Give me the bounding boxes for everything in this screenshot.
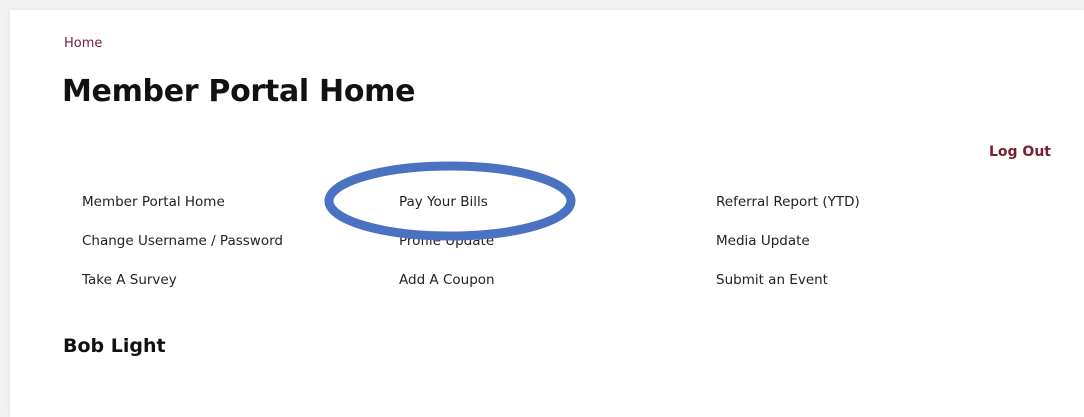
nav-link-add-a-coupon[interactable]: Add A Coupon — [399, 272, 495, 288]
nav-link-profile-update[interactable]: Profile Update — [399, 233, 494, 249]
nav-link-member-portal-home[interactable]: Member Portal Home — [82, 194, 225, 210]
page-title: Member Portal Home — [62, 74, 416, 109]
nav-link-submit-an-event[interactable]: Submit an Event — [716, 272, 828, 288]
nav-link-take-a-survey[interactable]: Take A Survey — [82, 272, 177, 288]
nav-link-referral-report[interactable]: Referral Report (YTD) — [716, 194, 860, 210]
page-container: Home Member Portal Home Log Out Member P… — [10, 10, 1084, 417]
nav-link-change-username-password[interactable]: Change Username / Password — [82, 233, 283, 249]
logout-link[interactable]: Log Out — [989, 144, 1051, 160]
nav-link-media-update[interactable]: Media Update — [716, 233, 810, 249]
nav-link-pay-your-bills[interactable]: Pay Your Bills — [399, 194, 488, 210]
breadcrumb-home-link[interactable]: Home — [64, 36, 102, 51]
member-name-heading: Bob Light — [63, 335, 166, 357]
